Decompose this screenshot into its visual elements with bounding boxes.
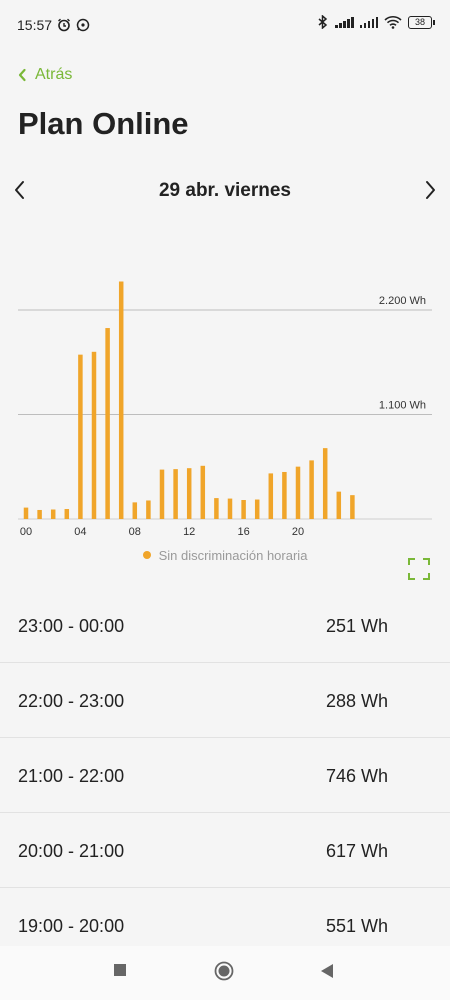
back-label: Atrás <box>35 66 73 83</box>
x-tick-label: 08 <box>129 526 141 538</box>
status-time: 15:57 <box>17 17 53 33</box>
system-nav-bar <box>0 946 450 1000</box>
page-title: Plan Online <box>18 106 189 141</box>
battery-level: 38 <box>414 16 425 27</box>
list-item-value: 551 Wh <box>326 916 389 936</box>
list-item[interactable]: 21:00 - 22:00 746 Wh <box>0 738 450 813</box>
gridline-label: 2.200 Wh <box>379 295 426 307</box>
list-item-range: 22:00 - 23:00 <box>18 691 125 711</box>
recents-button[interactable] <box>113 963 127 977</box>
chart-bar <box>241 500 246 519</box>
back-nav-button[interactable] <box>320 963 334 979</box>
list-item-value: 617 Wh <box>326 841 389 861</box>
battery-icon: 38 <box>408 15 435 29</box>
signal-icon-2 <box>359 16 378 28</box>
status-left: 15:57 <box>17 17 90 33</box>
chart-bar <box>227 498 233 519</box>
list-item[interactable]: 20:00 - 21:00 617 Wh <box>0 813 450 888</box>
chart-bar <box>91 351 97 519</box>
chart-bar <box>159 469 165 519</box>
chart-bar <box>322 448 328 519</box>
chart-bar <box>254 499 260 519</box>
chart-bar <box>23 507 29 519</box>
chart-bar <box>64 509 70 519</box>
legend-dot-icon <box>142 551 151 559</box>
alarm-icon <box>58 18 71 32</box>
x-tick-label: 16 <box>237 526 249 538</box>
date-navigator: 29 abr. viernes <box>0 172 450 210</box>
chart-bar <box>78 354 83 519</box>
chart-bar <box>173 469 178 519</box>
chart-bar <box>295 466 301 519</box>
chart-bar <box>37 509 42 519</box>
chart-bar <box>200 465 206 519</box>
gridline-label: 1.100 Wh <box>379 400 426 412</box>
x-tick-label: 20 <box>292 526 304 538</box>
status-bar: 15:57 38 <box>0 0 450 44</box>
list-item-range: 21:00 - 22:00 <box>18 766 125 786</box>
list-item-value: 288 Wh <box>326 691 389 711</box>
list-item-range: 20:00 - 21:00 <box>18 841 125 861</box>
chart-bar <box>214 498 219 519</box>
chart-bar <box>186 468 192 519</box>
bluetooth-icon <box>318 15 328 29</box>
x-tick-label: 04 <box>74 526 86 538</box>
chart-bar <box>350 495 355 519</box>
list-item-value: 746 Wh <box>326 766 389 786</box>
list-item[interactable]: 23:00 - 00:00 251 Wh <box>0 588 450 663</box>
expand-chart-icon[interactable] <box>408 558 430 580</box>
chart-bar <box>336 491 342 519</box>
current-date: 29 abr. viernes <box>158 180 292 201</box>
hourly-list: 23:00 - 00:00 251 Wh 22:00 - 23:00 288 Wh … <box>0 588 450 963</box>
previous-day-button[interactable] <box>8 178 32 202</box>
x-tick-label: 12 <box>183 526 195 538</box>
chart-legend: Sin discriminación horaria <box>0 548 450 563</box>
chart-bar <box>132 502 138 519</box>
chart-bar <box>268 473 274 519</box>
x-tick-label: 00 <box>20 526 32 538</box>
signal-icon <box>335 16 354 28</box>
whatsapp-icon <box>76 18 90 32</box>
back-button[interactable]: Atrás <box>17 66 72 84</box>
chart-bar <box>282 471 287 519</box>
list-item-range: 23:00 - 00:00 <box>18 616 125 636</box>
home-button[interactable] <box>214 961 234 981</box>
chart-bar <box>309 460 314 519</box>
next-day-button[interactable] <box>418 178 442 202</box>
wifi-icon <box>384 16 402 29</box>
chart-bar <box>118 281 124 519</box>
list-item-value: 251 Wh <box>326 616 389 636</box>
chevron-left-icon <box>18 68 26 82</box>
chart-bar <box>50 509 56 519</box>
consumption-chart: 1.100 Wh 2.200 Wh 00 04 08 12 16 20 <box>18 281 432 538</box>
status-right: 38 <box>317 15 435 29</box>
chart-bar <box>105 328 110 519</box>
list-item-range: 19:00 - 20:00 <box>18 916 125 936</box>
chart-bar <box>146 500 151 519</box>
list-item[interactable]: 22:00 - 23:00 288 Wh <box>0 663 450 738</box>
legend-label: Sin discriminación horaria <box>158 548 308 563</box>
